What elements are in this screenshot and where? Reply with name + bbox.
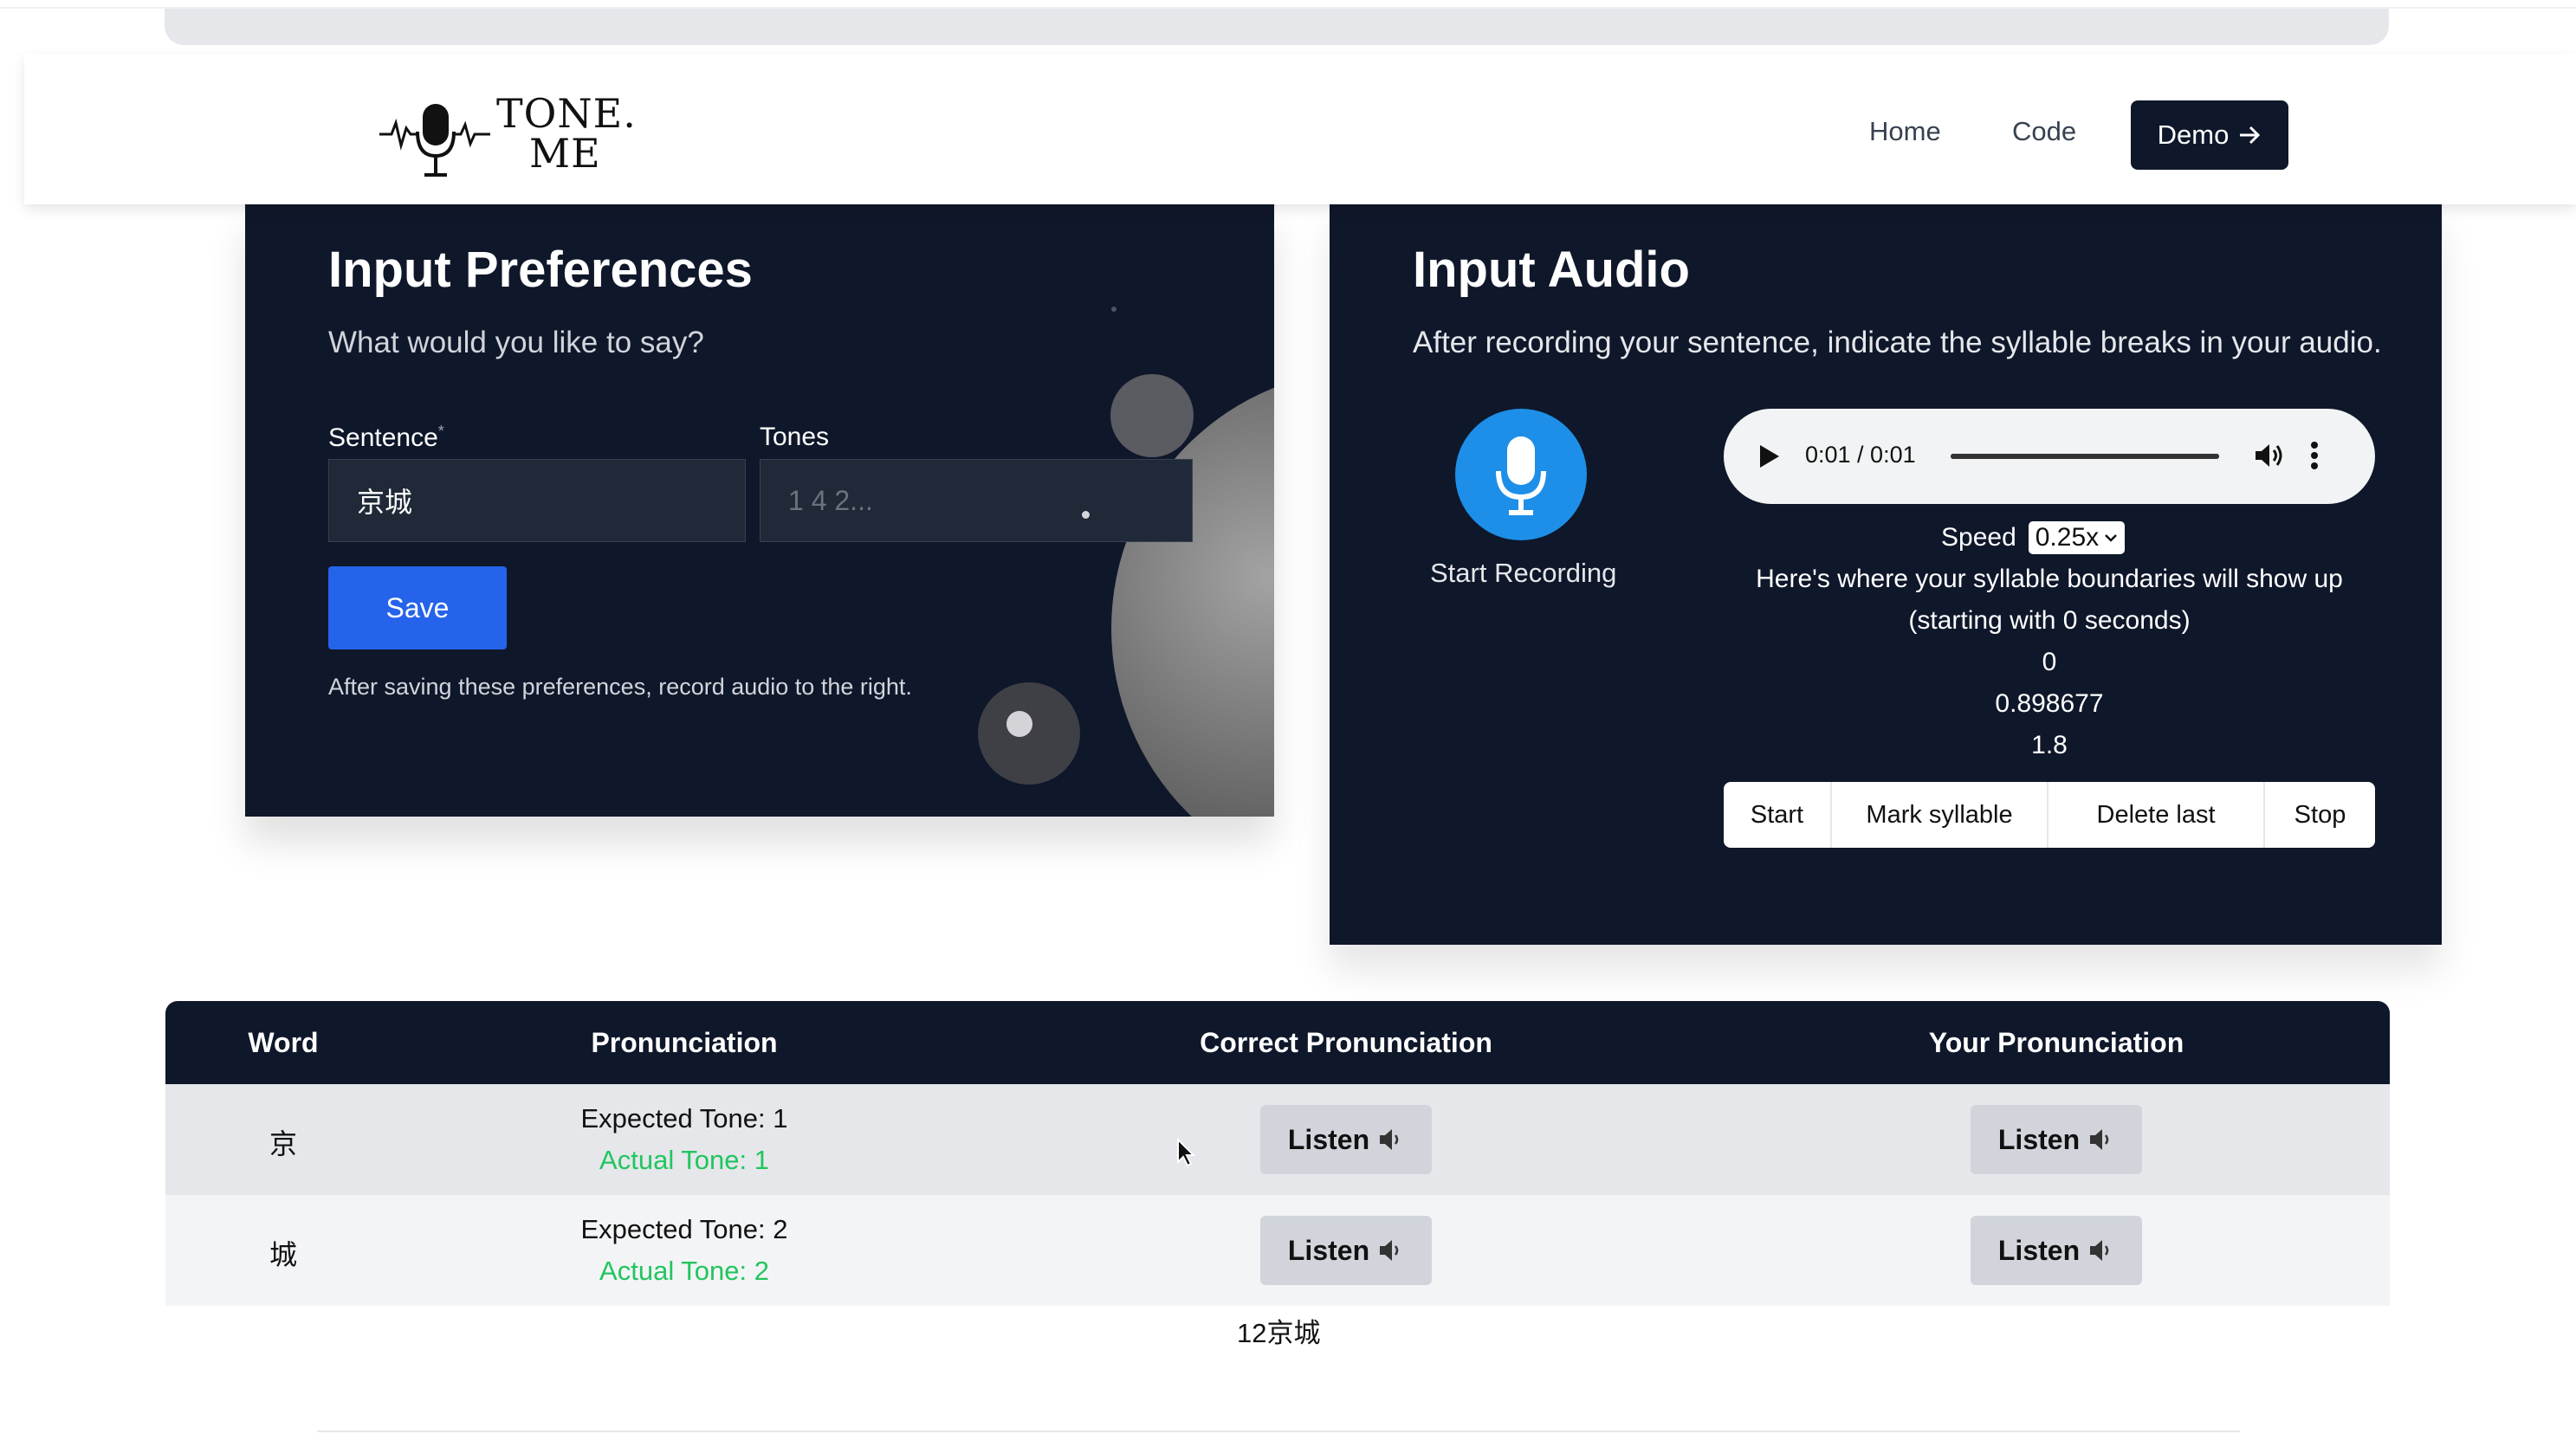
boundary-value: 0	[2042, 648, 2057, 676]
speaker-icon	[1380, 1129, 1399, 1150]
speaker-icon	[1380, 1240, 1399, 1261]
speaker-icon	[2090, 1240, 2109, 1261]
microphone-logo-icon	[379, 104, 490, 177]
decorative-dot	[1111, 307, 1116, 312]
syllable-button-group: Start Mark syllable Delete last Stop	[1724, 782, 2375, 848]
table-row: 城 Expected Tone: 2 Actual Tone: 2 Listen…	[165, 1195, 2390, 1306]
input-preferences-panel: Input Preferences What would you like to…	[245, 204, 1274, 817]
player-progress-fill	[1951, 454, 2219, 459]
required-mark: *	[437, 423, 444, 440]
listen-label: Listen	[1997, 1234, 2081, 1266]
start-button[interactable]: Start	[1724, 782, 1833, 848]
delete-last-button[interactable]: Delete last	[2049, 782, 2266, 848]
mouse-cursor-icon	[1177, 1138, 1196, 1167]
column-header-word: Word	[248, 1027, 319, 1058]
listen-yours-button[interactable]: Listen	[1971, 1105, 2142, 1174]
boundaries-text-1: Here's where your syllable boundaries wi…	[1756, 565, 2343, 593]
boundaries-text-2: (starting with 0 seconds)	[1908, 606, 2191, 635]
decorative-orb-small	[1110, 374, 1194, 457]
more-options-icon[interactable]	[2309, 440, 2320, 471]
decorative-dot	[1006, 711, 1032, 737]
input-audio-panel: Input Audio After recording your sentenc…	[1330, 204, 2442, 945]
column-header-correct: Correct Pronunciation	[1200, 1027, 1492, 1058]
actual-tone: Actual Tone: 1	[599, 1145, 769, 1175]
table-row: 京 Expected Tone: 1 Actual Tone: 1 Listen…	[165, 1084, 2390, 1195]
speed-label: Speed	[1941, 523, 2016, 552]
listen-label: Listen	[1287, 1123, 1370, 1155]
boundary-value: 0.898677	[1995, 689, 2104, 718]
logo-text-line2: ME	[529, 130, 601, 177]
audio-subtitle: After recording your sentence, indicate …	[1413, 326, 2382, 359]
word-cell: 城	[269, 1239, 298, 1270]
column-header-pronunciation: Pronunciation	[591, 1027, 778, 1058]
sentence-input-value: 京城	[357, 487, 413, 518]
word-cell: 京	[269, 1128, 298, 1159]
sentence-input[interactable]: 京城	[328, 459, 746, 542]
listen-label: Listen	[1287, 1234, 1370, 1266]
preferences-subtitle: What would you like to say?	[328, 326, 704, 359]
volume-icon[interactable]	[2254, 442, 2285, 469]
nav-link-home[interactable]: Home	[1869, 116, 1941, 147]
listen-correct-button[interactable]: Listen	[1260, 1216, 1432, 1285]
listen-label: Listen	[1997, 1123, 2081, 1155]
preferences-hint: After saving these preferences, record a…	[328, 674, 912, 700]
sentence-summary: 12京城	[1237, 1318, 1321, 1348]
mark-syllable-button[interactable]: Mark syllable	[1832, 782, 2049, 848]
listen-yours-button[interactable]: Listen	[1971, 1216, 2142, 1285]
table-header: Word Pronunciation Correct Pronunciation…	[165, 1001, 2390, 1084]
top-strip	[165, 9, 2389, 45]
arrow-right-icon	[2240, 126, 2261, 145]
tones-input[interactable]: 1 4 2...	[760, 459, 1193, 542]
record-button[interactable]	[1455, 409, 1587, 540]
speaker-icon	[2090, 1129, 2109, 1150]
player-progress-bar[interactable]	[1951, 454, 2219, 459]
microphone-icon	[1496, 436, 1546, 515]
results-table: Word Pronunciation Correct Pronunciation…	[165, 1001, 2390, 1306]
demo-button-label: Demo	[2157, 120, 2230, 150]
logo-text: TONE. ME	[496, 94, 637, 173]
speed-control: Speed 0.25x	[1941, 521, 2126, 554]
stop-button[interactable]: Stop	[2265, 782, 2375, 848]
decorative-dot	[1082, 511, 1090, 519]
boundary-value: 1.8	[2031, 731, 2068, 759]
record-label: Start Recording	[1430, 558, 1617, 588]
expected-tone: Expected Tone: 2	[580, 1214, 788, 1244]
logo[interactable]: TONE. ME	[379, 87, 639, 182]
decorative-orb-dark	[978, 682, 1080, 785]
chevron-down-icon	[2105, 534, 2118, 542]
tones-label: Tones	[760, 423, 830, 451]
listen-correct-button[interactable]: Listen	[1260, 1105, 1432, 1174]
column-header-yours: Your Pronunciation	[1928, 1027, 2184, 1058]
player-time: 0:01 / 0:01	[1805, 442, 1916, 468]
preferences-title: Input Preferences	[328, 242, 753, 298]
speed-select-value: 0.25x	[2035, 523, 2100, 552]
demo-button[interactable]: Demo	[2131, 100, 2288, 170]
site-header: TONE. ME Home Code Demo	[24, 54, 2576, 204]
tones-input-placeholder: 1 4 2...	[788, 484, 873, 516]
play-icon[interactable]	[1758, 443, 1781, 469]
sentence-label: Sentence*	[328, 423, 444, 453]
sentence-label-text: Sentence	[328, 423, 438, 452]
audio-player: 0:01 / 0:01	[1724, 409, 2375, 504]
nav-link-code[interactable]: Code	[2012, 116, 2076, 147]
speed-select[interactable]: 0.25x	[2028, 521, 2126, 554]
audio-title: Input Audio	[1413, 242, 1690, 298]
actual-tone: Actual Tone: 2	[599, 1256, 769, 1286]
expected-tone: Expected Tone: 1	[580, 1103, 788, 1134]
save-button[interactable]: Save	[328, 566, 507, 649]
bottom-divider	[317, 1431, 2240, 1432]
